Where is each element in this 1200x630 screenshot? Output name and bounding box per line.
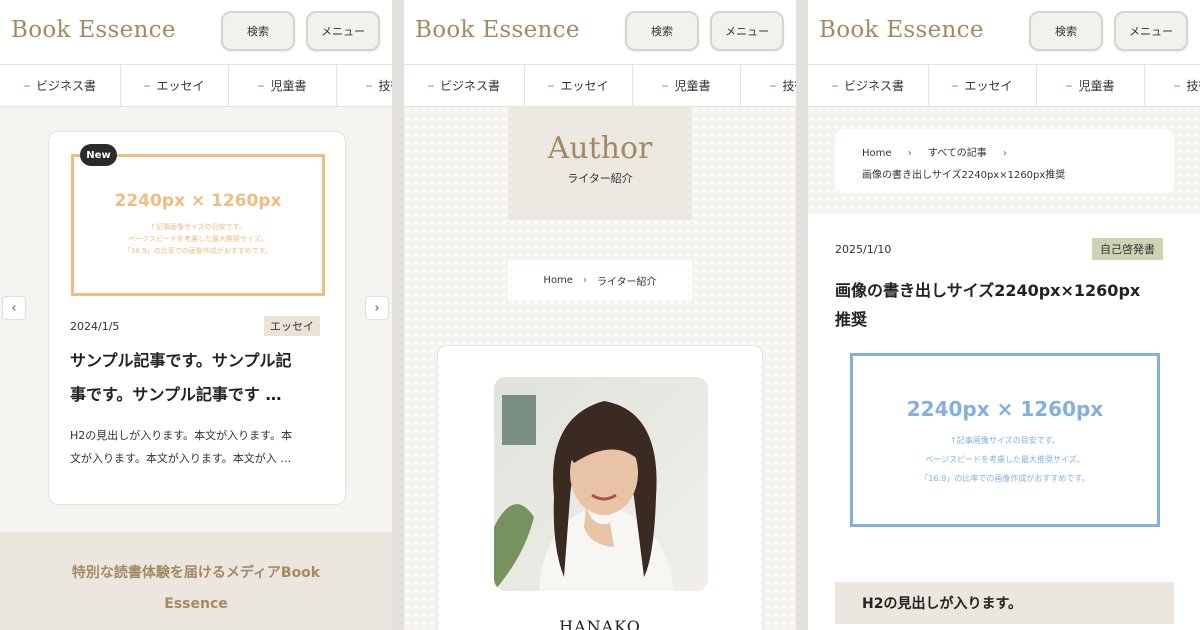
category-item-children[interactable]: 児童書 (633, 65, 741, 106)
bullet-dash-icon (952, 84, 959, 87)
menu-button[interactable]: メニュー (710, 11, 784, 51)
category-tag[interactable]: 自己啓発書 (1092, 238, 1163, 260)
breadcrumb: Home › すべての記事 › 画像の書き出しサイズ2240px×1260px推… (835, 129, 1174, 193)
category-item-essay[interactable]: エッセイ (929, 65, 1037, 106)
bullet-dash-icon (770, 84, 777, 87)
article-title-line: 画像の書き出しサイズ2240px×1260px (835, 281, 1141, 300)
article-h2-heading: H2の見出しが入ります。 (835, 582, 1174, 624)
site-tagline-section: 特別な読書体験を届けるメディアBook Essence (0, 532, 392, 630)
category-item-business[interactable]: ビジネス書 (0, 65, 121, 106)
carousel-next-button[interactable]: › (365, 296, 389, 320)
category-nav: ビジネス書 エッセイ 児童書 技術書 (0, 64, 392, 107)
category-item-essay[interactable]: エッセイ (525, 65, 633, 106)
thumbnail-note-line: ↑記事画像サイズの目安です。 (150, 223, 246, 231)
search-button[interactable]: 検索 (1029, 11, 1103, 51)
author-card: HANAKO (437, 345, 763, 630)
menu-button[interactable]: メニュー (306, 11, 380, 51)
article-featured-image: 2240px × 1260px ↑記事画像サイズの目安です。 ページスピードを考… (850, 353, 1160, 527)
bullet-dash-icon (1174, 84, 1181, 87)
category-item-tech[interactable]: 技術書 (741, 65, 796, 106)
site-logo[interactable]: Book Essence (819, 17, 984, 43)
author-name: HANAKO (559, 617, 641, 630)
site-logo[interactable]: Book Essence (415, 17, 580, 43)
article-excerpt-line: 文が入ります。本文が入ります。本文が入 … (70, 452, 292, 465)
category-item-business[interactable]: ビジネス書 (808, 65, 929, 106)
thumbnail-note-line: ページスピードを考慮した最大推奨サイズ。 (925, 455, 1085, 464)
page-subtitle: ライター紹介 (567, 172, 633, 185)
mobile-screen-article-page: Book Essence 検索 メニュー ビジネス書 エッセイ 児童書 技術書 … (808, 0, 1200, 630)
tagline-line: 特別な読書体験を届けるメディアBook (71, 565, 321, 581)
thumbnail-note-line: ↑記事画像サイズの目安です。 (950, 436, 1060, 445)
category-nav: ビジネス書 エッセイ 児童書 技術書 (808, 64, 1200, 107)
menu-button[interactable]: メニュー (1114, 11, 1188, 51)
thumbnail-note-line: ページスピードを考慮した最大推奨サイズ。 (128, 235, 268, 243)
thumbnail-note-line: 「16:9」の比率での画像作成がおすすめです。 (920, 474, 1090, 483)
category-tag[interactable]: エッセイ (264, 316, 320, 336)
thumbnail-size-text: 2240px × 1260px (114, 191, 282, 211)
article-title-line[interactable]: 事です。サンプル記事です … (70, 378, 282, 412)
article-thumbnail[interactable]: 2240px × 1260px ↑記事画像サイズの目安です。 ページスピードを考… (71, 154, 325, 296)
search-button[interactable]: 検索 (221, 11, 295, 51)
breadcrumb-all-articles-link[interactable]: すべての記事 (928, 148, 987, 159)
chevron-right-icon: › (1003, 148, 1007, 159)
category-item-tech[interactable]: 技術書 (1145, 65, 1200, 106)
bullet-dash-icon (258, 84, 265, 87)
category-nav: ビジネス書 エッセイ 児童書 技術書 (404, 64, 796, 107)
site-header: Book Essence 検索 メニュー (808, 0, 1200, 64)
bullet-dash-icon (662, 84, 669, 87)
thumbnail-size-text: 2240px × 1260px (906, 397, 1104, 421)
site-header: Book Essence 検索 メニュー (0, 0, 392, 64)
bullet-dash-icon (548, 84, 555, 87)
chevron-right-icon: › (582, 274, 587, 286)
page-hero: Author ライター紹介 (508, 107, 692, 220)
article-title-line: 推奨 (835, 310, 868, 329)
article-title-line[interactable]: サンプル記事です。サンプル記 (70, 344, 291, 378)
breadcrumb-current: 画像の書き出しサイズ2240px×1260px推奨 (862, 170, 1066, 181)
breadcrumb: Home › ライター紹介 (508, 260, 692, 300)
thumbnail-note-line: 「16:9」の比率での画像作成がおすすめです。 (123, 247, 273, 255)
bullet-dash-icon (366, 84, 373, 87)
category-item-children[interactable]: 児童書 (229, 65, 337, 106)
site-header: Book Essence 検索 メニュー (404, 0, 796, 64)
bullet-dash-icon (144, 84, 151, 87)
site-logo[interactable]: Book Essence (11, 17, 176, 43)
category-item-business[interactable]: ビジネス書 (404, 65, 525, 106)
category-item-tech[interactable]: 技術書 (337, 65, 392, 106)
search-button[interactable]: 検索 (625, 11, 699, 51)
breadcrumb-row: Home › すべての記事 › (862, 144, 1020, 159)
article-excerpt-line: H2の見出しが入ります。本文が入ります。本 (70, 429, 293, 442)
breadcrumb-home-link[interactable]: Home (543, 275, 573, 286)
breadcrumb-home-link[interactable]: Home (862, 148, 892, 159)
page-title: Author (547, 131, 653, 166)
article-date: 2025/1/10 (835, 243, 892, 256)
bullet-dash-icon (831, 84, 838, 87)
author-photo (494, 377, 708, 591)
site-tagline: 特別な読書体験を届けるメディアBook Essence (20, 558, 372, 620)
carousel-prev-button[interactable]: ‹ (2, 296, 26, 320)
breadcrumb-current: ライター紹介 (596, 276, 657, 288)
tagline-line: Essence (164, 596, 228, 612)
bullet-dash-icon (1066, 84, 1073, 87)
mobile-screen-blog-home: Book Essence 検索 メニュー ビジネス書 エッセイ 児童書 技術書 … (0, 0, 392, 630)
new-badge: New (80, 144, 117, 166)
author-portrait-image (494, 377, 708, 591)
category-item-children[interactable]: 児童書 (1037, 65, 1145, 106)
category-item-essay[interactable]: エッセイ (121, 65, 229, 106)
chevron-right-icon: › (907, 148, 912, 159)
bullet-dash-icon (427, 84, 434, 87)
article-date: 2024/1/5 (70, 320, 120, 333)
mobile-screen-author-page: Book Essence 検索 メニュー ビジネス書 エッセイ 児童書 技術書 … (404, 0, 796, 630)
bullet-dash-icon (23, 84, 30, 87)
article-card[interactable]: 2240px × 1260px ↑記事画像サイズの目安です。 ページスピードを考… (48, 131, 346, 505)
